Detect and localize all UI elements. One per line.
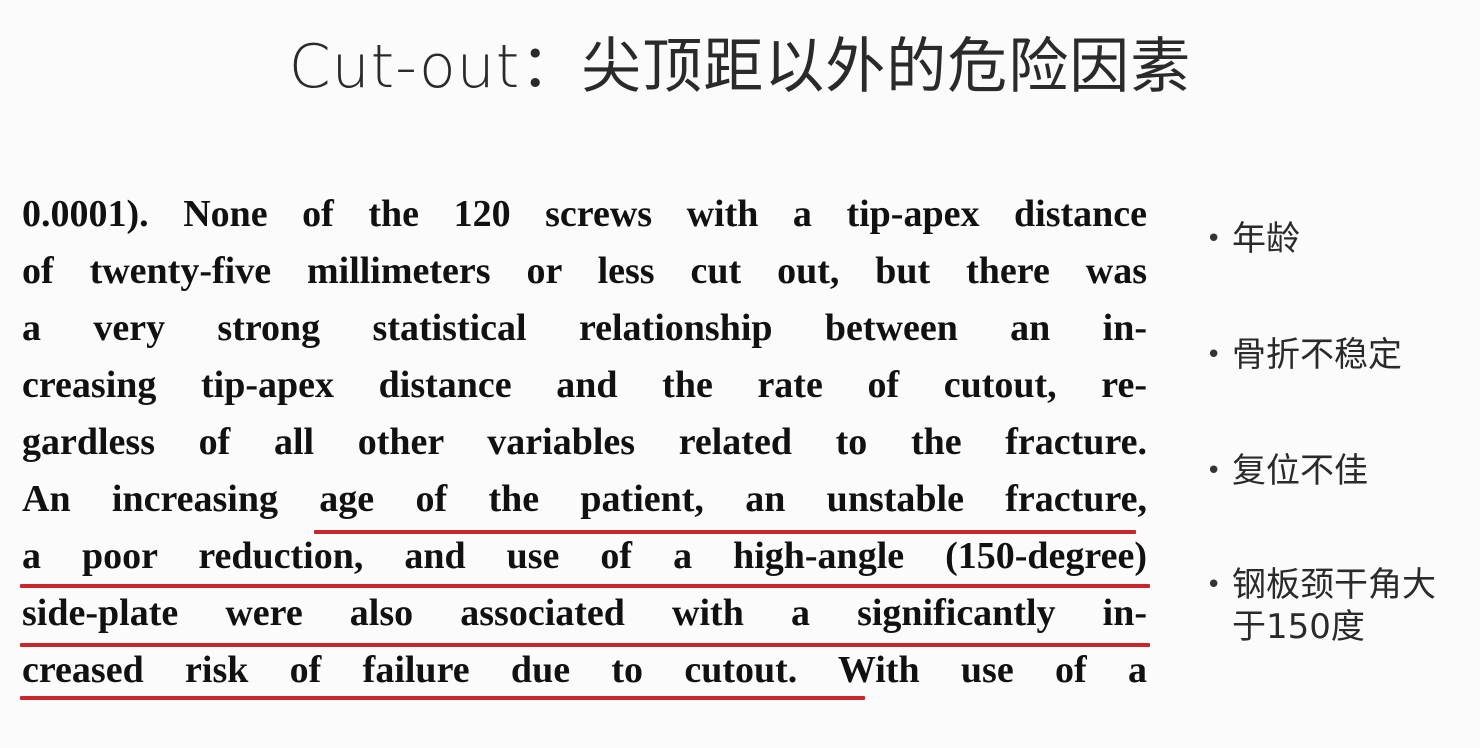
- slide-title: Cut-out：尖顶距以外的危险因素: [288, 32, 1192, 102]
- red-underline-2: [20, 584, 1150, 588]
- excerpt-line-3: a very strong statistical relationship b…: [22, 307, 1147, 349]
- risk-factor-item: • 复位不佳: [1206, 450, 1447, 492]
- risk-factor-item: • 骨折不稳定: [1206, 334, 1447, 376]
- bullet-dot-icon: •: [1206, 570, 1222, 600]
- risk-factor-label: 钢板颈干角大于150度: [1232, 565, 1436, 647]
- risk-factor-item: • 年龄: [1206, 218, 1447, 260]
- excerpt-line-8: side-plate were also associated with a s…: [22, 592, 1147, 634]
- bullet-dot-icon: •: [1206, 340, 1222, 370]
- excerpt-line-6: An increasing age of the patient, an uns…: [22, 478, 1147, 520]
- excerpt-line-2: of twenty-five millimeters or less cut o…: [22, 250, 1147, 292]
- risk-factor-label: 骨折不稳定: [1232, 335, 1402, 375]
- excerpt-line-4: creasing tip-apex distance and the rate …: [22, 364, 1147, 406]
- bullet-dot-icon: •: [1206, 224, 1222, 254]
- bullet-dot-icon: •: [1206, 456, 1222, 486]
- risk-factor-label: 年龄: [1232, 219, 1300, 259]
- red-underline-3: [20, 643, 1150, 647]
- excerpt-line-1: 0.0001). None of the 120 screws with a t…: [22, 193, 1147, 235]
- risk-factor-item: • 钢板颈干角大于150度: [1206, 564, 1447, 648]
- excerpt-line-7: a poor reduction, and use of a high-angl…: [22, 535, 1147, 577]
- red-underline-1: [314, 530, 1136, 534]
- red-underline-4: [20, 696, 865, 700]
- presentation-slide: Cut-out：尖顶距以外的危险因素 0.0001). None of the …: [0, 0, 1480, 748]
- risk-factor-label: 复位不佳: [1232, 451, 1368, 491]
- scanned-text-excerpt: 0.0001). None of the 120 screws with a t…: [0, 184, 1160, 704]
- excerpt-line-5: gardless of all other variables related …: [22, 421, 1147, 463]
- excerpt-line-9: creased risk of failure due to cutout. W…: [22, 649, 1147, 691]
